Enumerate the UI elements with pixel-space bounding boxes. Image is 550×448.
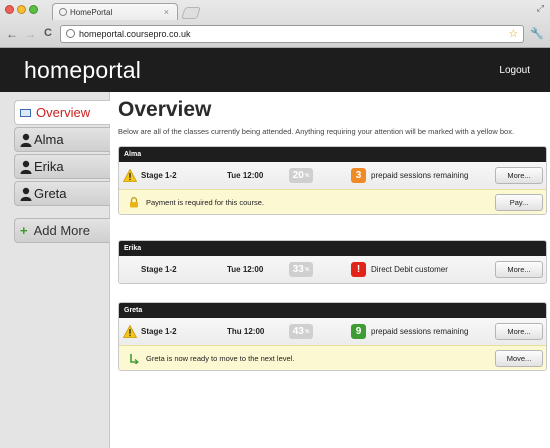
close-window-button[interactable]	[5, 5, 14, 14]
sidebar-item-erika[interactable]: Erika	[14, 154, 110, 179]
status-text: Direct Debit customer	[371, 265, 448, 274]
forward-button[interactable]: →	[24, 28, 36, 40]
warning-icon	[123, 325, 137, 338]
browser-toolbar: ← → C homeportal.coursepro.co.uk ☆ 🔧	[0, 20, 550, 47]
tab-title: HomePortal	[70, 7, 113, 17]
intro-text: Below are all of the classes currently b…	[118, 127, 515, 136]
number-badge-icon: 3	[351, 168, 366, 183]
reload-button[interactable]: C	[42, 28, 54, 39]
plus-icon: +	[20, 223, 28, 238]
add-more-button[interactable]: + Add More	[14, 218, 110, 243]
more-button[interactable]: More...	[495, 323, 543, 340]
browser-tab[interactable]: HomePortal ×	[52, 3, 178, 20]
more-button[interactable]: More...	[495, 261, 543, 278]
class-time: Tue 12:00	[227, 265, 264, 274]
class-level: Stage 1-2	[141, 327, 177, 336]
class-card-erika: Erika Stage 1-2 Tue 12:00 33% ! Direct D…	[118, 240, 547, 284]
main-content: Overview Below are all of the classes cu…	[118, 92, 550, 371]
status: 9 prepaid sessions remaining	[351, 318, 468, 345]
more-button[interactable]: More...	[495, 167, 543, 184]
globe-icon	[59, 8, 67, 16]
notice-text: Greta is now ready to move to the next l…	[146, 353, 295, 363]
sidebar-item-label: Greta	[34, 186, 67, 201]
sidebar-item-label: Overview	[36, 105, 91, 120]
page-title: Overview	[118, 98, 212, 121]
person-icon	[20, 160, 32, 174]
class-level: Stage 1-2	[141, 171, 177, 180]
class-card-greta: Greta Stage 1-2 Thu 12:00 43% 9 prepaid …	[118, 302, 547, 371]
status: 3 prepaid sessions remaining	[351, 162, 468, 189]
new-tab-button[interactable]	[181, 7, 201, 19]
person-icon	[20, 187, 32, 201]
card-header: Greta	[119, 303, 546, 318]
number-badge-icon: 9	[351, 324, 366, 339]
person-icon	[20, 133, 32, 147]
back-button[interactable]: ←	[6, 28, 18, 40]
alert-badge-icon: !	[351, 262, 366, 277]
tab-close-icon[interactable]: ×	[164, 7, 169, 17]
lock-icon	[128, 196, 140, 208]
class-row: Stage 1-2 Thu 12:00 43% 9 prepaid sessio…	[119, 318, 546, 345]
sidebar-item-label: Erika	[34, 159, 64, 174]
notice-text: Payment is required for this course.	[146, 197, 264, 207]
class-card-alma: Alma Stage 1-2 Tue 12:00 20% 3 prepaid s…	[118, 146, 547, 215]
card-header: Alma	[119, 147, 546, 162]
sidebar-item-label: Alma	[34, 132, 64, 147]
sidebar-item-alma[interactable]: Alma	[14, 127, 110, 152]
class-row: Stage 1-2 Tue 12:00 20% 3 prepaid sessio…	[119, 162, 546, 189]
warning-icon	[123, 169, 137, 182]
class-time: Tue 12:00	[227, 171, 264, 180]
wrench-icon[interactable]: 🔧	[530, 27, 544, 40]
star-icon[interactable]: ☆	[508, 27, 518, 40]
overview-icon	[20, 108, 31, 117]
maximize-window-button[interactable]	[29, 5, 38, 14]
browser-chrome: HomePortal × ⤢ ← → C homeportal.coursepr…	[0, 0, 550, 48]
status-text: prepaid sessions remaining	[371, 171, 469, 180]
class-row: Stage 1-2 Tue 12:00 33% ! Direct Debit c…	[119, 256, 546, 283]
attendance-badge: 33%	[289, 262, 313, 277]
status-text: prepaid sessions remaining	[371, 327, 469, 336]
globe-icon	[66, 29, 75, 38]
logout-link[interactable]: Logout	[499, 65, 530, 76]
move-button[interactable]: Move...	[495, 350, 543, 367]
pay-button[interactable]: Pay...	[495, 194, 543, 211]
window-controls	[5, 5, 38, 14]
sidebar-item-overview[interactable]: Overview	[14, 100, 110, 125]
url-text: homeportal.coursepro.co.uk	[79, 28, 191, 39]
card-header: Erika	[119, 241, 546, 256]
level-up-icon	[128, 353, 140, 364]
notice-row: Greta is now ready to move to the next l…	[119, 345, 546, 370]
add-more-label: Add More	[33, 223, 90, 238]
minimize-window-button[interactable]	[17, 5, 26, 14]
class-time: Thu 12:00	[227, 327, 265, 336]
sidebar-item-greta[interactable]: Greta	[14, 181, 110, 206]
brand-logo[interactable]: homeportal	[24, 57, 141, 84]
attendance-badge: 43%	[289, 324, 313, 339]
status: ! Direct Debit customer	[351, 256, 448, 283]
resize-icon: ⤢	[536, 3, 544, 13]
sidebar: Overview Alma Erika Greta + Add More	[0, 92, 110, 448]
notice-row: Payment is required for this course. Pay…	[119, 189, 546, 214]
app-header: homeportal Logout	[0, 48, 550, 92]
class-level: Stage 1-2	[141, 265, 177, 274]
attendance-badge: 20%	[289, 168, 313, 183]
address-bar[interactable]: homeportal.coursepro.co.uk ☆	[60, 24, 525, 43]
